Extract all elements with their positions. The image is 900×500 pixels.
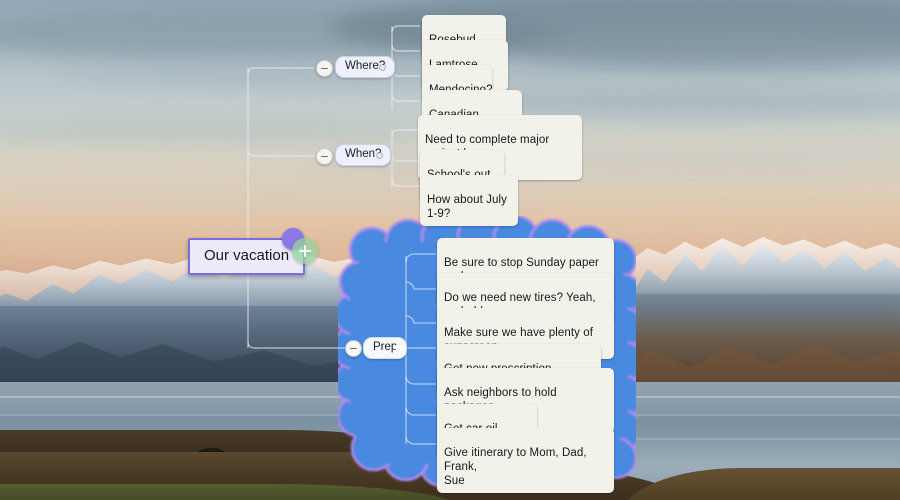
mindmap-canvas[interactable]: Our vacation Where? Rosebud Lake? Lamtro… [0, 0, 900, 500]
expand-dot-when[interactable] [377, 153, 382, 158]
collapse-toggle-where[interactable] [316, 60, 333, 77]
add-child-button[interactable] [292, 238, 318, 264]
expand-dot-prep[interactable] [395, 344, 402, 351]
root-node-label: Our vacation [204, 247, 290, 264]
leaf-node[interactable]: Give itinerary to Mom, Dad, Frank, Sue [437, 428, 614, 493]
collapse-toggle-when[interactable] [316, 148, 333, 165]
branch-node-where[interactable]: Where? [335, 56, 396, 78]
leaf-text: How about July 1-9? [427, 194, 508, 220]
expand-dot-where[interactable] [380, 65, 385, 70]
leaf-text: Give itinerary to Mom, Dad, Frank, Sue [444, 447, 587, 487]
branch-node-when[interactable]: When? [335, 144, 392, 166]
branch-label-prep: Prep [373, 341, 398, 353]
collapse-toggle-prep[interactable] [345, 340, 362, 357]
branch-label-when: When? [345, 148, 382, 160]
leaf-node[interactable]: How about July 1-9? [420, 175, 518, 226]
